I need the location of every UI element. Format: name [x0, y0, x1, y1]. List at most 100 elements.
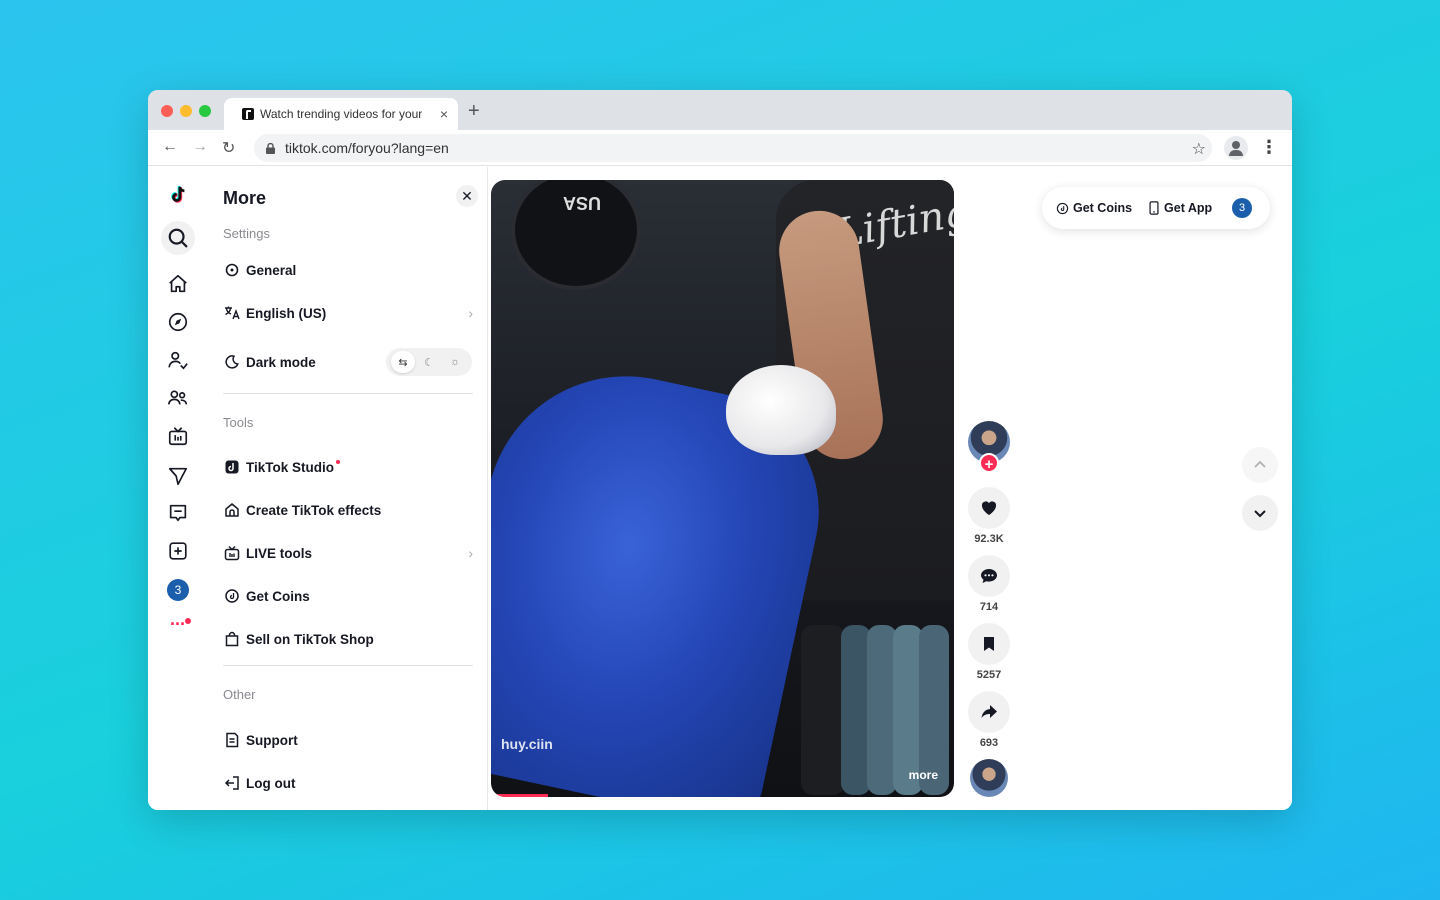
menu-item-get-coins[interactable]: Get Coins	[223, 585, 473, 607]
close-window-button[interactable]	[161, 105, 173, 117]
heart-icon	[981, 501, 997, 515]
back-arrow-icon[interactable]: ←	[162, 138, 178, 156]
get-coins-label: Get Coins	[1073, 201, 1133, 215]
activity-inbox-icon[interactable]	[166, 501, 190, 525]
following-icon[interactable]	[166, 348, 190, 372]
tab-title: Watch trending videos for your	[260, 107, 423, 121]
menu-item-label: English (US)	[246, 305, 327, 321]
share-arrow-icon	[981, 705, 997, 718]
menu-item-support[interactable]: Support	[223, 729, 473, 751]
profile-notification-badge[interactable]: 3	[167, 579, 189, 601]
share-button[interactable]	[968, 691, 1010, 733]
logout-icon	[223, 775, 240, 792]
like-button[interactable]	[968, 487, 1010, 529]
profile-avatar-icon[interactable]	[1224, 136, 1248, 160]
maximize-window-button[interactable]	[199, 105, 211, 117]
menu-item-label: Create TikTok effects	[246, 502, 382, 518]
phone-icon	[1149, 201, 1159, 215]
get-coins-button[interactable]: Get Coins	[1056, 201, 1132, 215]
menu-item-label: Sell on TikTok Shop	[246, 631, 374, 647]
menu-item-language[interactable]: English (US) ›	[223, 302, 473, 324]
lock-icon	[266, 142, 275, 154]
inbox-count-badge[interactable]: 3	[1232, 198, 1252, 218]
address-bar[interactable]: tiktok.com/foryou?lang=en ☆	[254, 134, 1212, 162]
menu-item-label: TikTok Studio	[246, 459, 335, 475]
dark-mode-moon-icon[interactable]: ☾	[417, 351, 441, 373]
save-count: 5257	[976, 669, 1002, 681]
search-button[interactable]	[161, 221, 195, 255]
new-tab-button[interactable]: +	[468, 100, 480, 123]
light-mode-sun-icon[interactable]: ☼	[443, 351, 467, 373]
bookmark-icon	[984, 637, 994, 651]
tools-header: Tools	[223, 415, 254, 430]
gear-icon	[223, 262, 240, 279]
divider	[223, 393, 473, 394]
left-nav-rail: 3 ···	[148, 167, 208, 810]
bookmark-star-icon[interactable]: ☆	[1192, 139, 1206, 159]
more-button[interactable]: more	[909, 768, 938, 782]
menu-item-live-tools[interactable]: LIVE tools ›	[223, 542, 473, 564]
support-document-icon	[223, 732, 240, 749]
new-indicator-dot	[336, 460, 341, 464]
comment-bubble-icon	[981, 569, 997, 583]
next-video-button[interactable]	[1242, 495, 1278, 531]
moon-icon	[223, 354, 240, 371]
menu-item-label: LIVE tools	[246, 545, 313, 561]
settings-header: Settings	[223, 226, 270, 241]
get-app-label: Get App	[1164, 201, 1213, 215]
panel-title: More	[223, 188, 267, 208]
messages-send-icon[interactable]	[166, 464, 190, 488]
auto-mode-icon[interactable]: ⇆	[391, 351, 415, 373]
menu-item-effects[interactable]: Create TikTok effects	[223, 499, 473, 521]
follow-plus-button[interactable]: +	[979, 453, 999, 473]
explore-compass-icon[interactable]	[166, 310, 190, 334]
close-panel-button[interactable]: ✕	[456, 185, 478, 207]
dark-mode-toggle[interactable]: ⇆ ☾ ☼	[386, 348, 472, 376]
tab-strip: Watch trending videos for your × +	[148, 90, 1292, 130]
more-dots-icon[interactable]: ···	[170, 614, 191, 635]
top-action-pill: Get Coins Get App 3	[1042, 187, 1270, 229]
menu-item-general[interactable]: General	[223, 259, 473, 281]
weight-plate-image: USA	[511, 180, 641, 290]
get-app-button[interactable]: Get App	[1148, 201, 1212, 215]
video-progress-bar[interactable]	[497, 794, 548, 797]
browser-tab[interactable]: Watch trending videos for your ×	[224, 98, 458, 130]
browser-menu-icon[interactable]: ⋮	[1260, 137, 1278, 158]
music-disc-avatar[interactable]	[970, 759, 1008, 797]
menu-item-logout[interactable]: Log out	[223, 772, 473, 794]
menu-item-tiktok-studio[interactable]: TikTok Studio	[223, 456, 473, 478]
coin-icon	[1056, 202, 1069, 214]
tab-close-button[interactable]: ×	[440, 106, 448, 122]
live-tools-icon	[223, 545, 240, 562]
friends-icon[interactable]	[166, 386, 190, 410]
menu-item-label: Get Coins	[246, 588, 310, 604]
reload-icon[interactable]: ↻	[222, 138, 235, 158]
home-icon[interactable]	[166, 272, 190, 296]
video-player[interactable]: USA Lifting huy.ciin more	[491, 180, 954, 797]
coin-icon	[223, 588, 240, 605]
studio-icon	[223, 459, 240, 476]
forward-arrow-icon[interactable]: →	[192, 138, 208, 156]
shopping-bag-icon	[223, 631, 240, 648]
tiktok-logo-icon[interactable]	[166, 183, 190, 207]
other-header: Other	[223, 687, 256, 702]
save-button[interactable]	[968, 623, 1010, 665]
translate-icon	[223, 305, 240, 322]
cap-image	[726, 365, 836, 455]
url-text: tiktok.com/foryou?lang=en	[285, 140, 449, 156]
browser-toolbar: ← → ↻ tiktok.com/foryou?lang=en ☆ ⋮	[148, 130, 1292, 166]
minimize-window-button[interactable]	[180, 105, 192, 117]
share-count: 693	[979, 737, 999, 749]
comment-button[interactable]	[968, 555, 1010, 597]
live-tv-icon[interactable]	[166, 424, 190, 448]
chevron-right-icon: ›	[468, 545, 473, 561]
upload-plus-icon[interactable]	[166, 539, 190, 563]
like-count: 92.3K	[974, 533, 1004, 545]
menu-item-label: Log out	[246, 775, 296, 791]
browser-window: Watch trending videos for your × + ← → ↻…	[148, 90, 1292, 810]
menu-item-label: General	[246, 262, 297, 278]
previous-video-button[interactable]	[1242, 447, 1278, 483]
tiktok-page: 3 ··· More ✕ Settings General English (U…	[148, 167, 1292, 810]
menu-item-shop[interactable]: Sell on TikTok Shop	[223, 628, 473, 650]
chevron-down-icon	[1254, 510, 1266, 518]
